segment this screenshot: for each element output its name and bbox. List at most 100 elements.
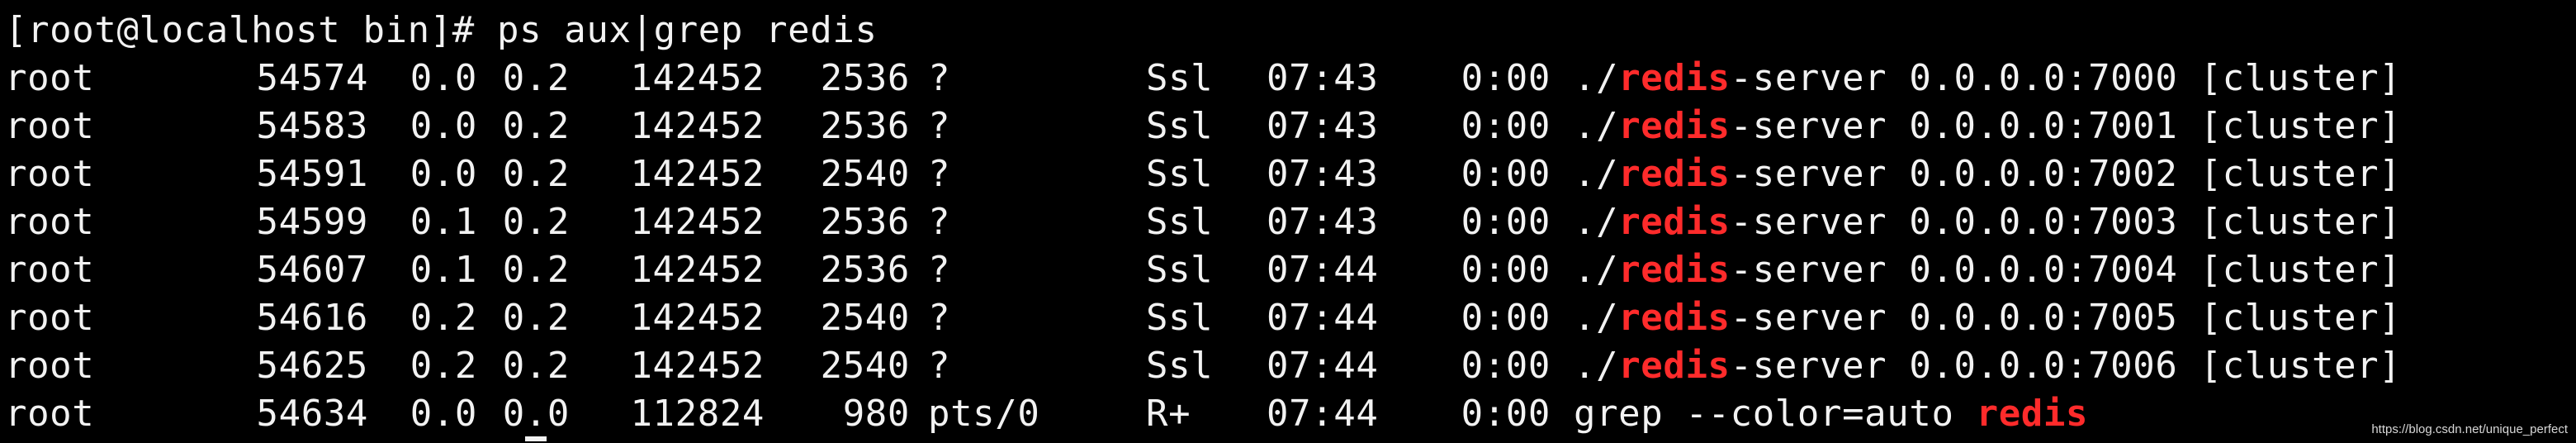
process-mem: 0.2: [502, 153, 570, 195]
process-pid: 54599: [256, 201, 368, 243]
process-vsz: 142452: [630, 345, 765, 387]
process-start: 07:43: [1267, 153, 1379, 195]
process-rss: 980: [842, 393, 910, 435]
process-command: grep --color=auto redis: [1574, 390, 2088, 438]
process-user: root: [5, 393, 95, 435]
grep-match-highlight: redis: [1976, 393, 2089, 435]
process-start: 07:43: [1267, 105, 1379, 147]
process-tty: pts/0: [928, 393, 1040, 435]
process-stat: Ssl: [1146, 201, 1214, 243]
process-row: root 54583 0.0 0.2 142452 2536? Ssl 07:43 0:00 ./…: [5, 102, 2564, 150]
process-start: 07:43: [1267, 57, 1379, 99]
process-command: ./redis-server 0.0.0.0:7006 [cluster]: [1574, 342, 2401, 390]
process-start: 07:43: [1267, 201, 1379, 243]
terminal-cursor: [525, 436, 547, 441]
process-tty: ?: [928, 57, 951, 99]
process-cpu: 0.0: [410, 57, 477, 99]
process-cpu: 0.0: [410, 393, 477, 435]
process-time: 0:00: [1461, 105, 1551, 147]
command-suffix: -server 0.0.0.0:7001 [cluster]: [1730, 105, 2402, 147]
command-prefix: ./: [1574, 201, 1619, 243]
process-pid: 54625: [256, 345, 368, 387]
process-user: root: [5, 105, 95, 147]
grep-match-highlight: redis: [1618, 297, 1731, 339]
process-mem: 0.2: [502, 201, 570, 243]
watermark: https://blog.csdn.net/unique_perfect: [2371, 422, 2568, 436]
process-user: root: [5, 57, 95, 99]
process-time: 0:00: [1461, 345, 1551, 387]
process-vsz: 142452: [630, 201, 765, 243]
process-vsz: 142452: [630, 57, 765, 99]
grep-match-highlight: redis: [1618, 153, 1731, 195]
process-row: root 54625 0.2 0.2 142452 2540? Ssl 07:44 0:00 ./…: [5, 342, 2564, 390]
process-user: root: [5, 249, 95, 291]
process-user: root: [5, 153, 95, 195]
process-start: 07:44: [1267, 345, 1379, 387]
process-row: root 54599 0.1 0.2 142452 2536? Ssl 07:43 0:00 ./…: [5, 198, 2564, 246]
process-vsz: 142452: [630, 249, 765, 291]
command-prefix: ./: [1574, 153, 1619, 195]
command-suffix: -server 0.0.0.0:7003 [cluster]: [1730, 201, 2402, 243]
process-cpu: 0.1: [410, 201, 477, 243]
command-suffix: -server 0.0.0.0:7004 [cluster]: [1730, 249, 2402, 291]
process-stat: Ssl: [1146, 57, 1214, 99]
process-rss: 2540: [820, 345, 910, 387]
process-row: root 54634 0.0 0.0 112824 980 pts/0 R+ 07:44 0:00…: [5, 390, 2564, 438]
command-suffix: -server 0.0.0.0:7000 [cluster]: [1730, 57, 2402, 99]
process-mem: 0.0: [502, 393, 570, 435]
process-pid: 54574: [256, 57, 368, 99]
process-row: root 54616 0.2 0.2 142452 2540? Ssl 07:44 0:00 ./…: [5, 294, 2564, 342]
process-tty: ?: [928, 297, 951, 339]
process-cpu: 0.2: [410, 345, 477, 387]
process-pid: 54634: [256, 393, 368, 435]
process-tty: ?: [928, 153, 951, 195]
process-command: ./redis-server 0.0.0.0:7001 [cluster]: [1574, 102, 2401, 150]
grep-match-highlight: redis: [1618, 105, 1731, 147]
process-command: ./redis-server 0.0.0.0:7000 [cluster]: [1574, 55, 2401, 102]
process-time: 0:00: [1461, 297, 1551, 339]
process-row: root 54574 0.0 0.2 142452 2536? Ssl 07:43 0:00 ./…: [5, 55, 2564, 102]
process-command: ./redis-server 0.0.0.0:7002 [cluster]: [1574, 150, 2401, 198]
grep-match-highlight: redis: [1618, 345, 1731, 387]
process-time: 0:00: [1461, 249, 1551, 291]
process-time: 0:00: [1461, 57, 1551, 99]
process-tty: ?: [928, 249, 951, 291]
process-pid: 54616: [256, 297, 368, 339]
process-time: 0:00: [1461, 393, 1551, 435]
command-prefix: ./: [1574, 249, 1619, 291]
process-user: root: [5, 297, 95, 339]
process-start: 07:44: [1267, 393, 1379, 435]
process-vsz: 142452: [630, 105, 765, 147]
process-mem: 0.2: [502, 57, 570, 99]
process-cpu: 0.2: [410, 297, 477, 339]
process-tty: ?: [928, 105, 951, 147]
command-prefix: grep --color=auto: [1574, 393, 1977, 435]
process-user: root: [5, 345, 95, 387]
process-mem: 0.2: [502, 105, 570, 147]
terminal-window[interactable]: [root@localhost bin]# ps aux|grep redis …: [0, 0, 2576, 443]
process-vsz: 112824: [630, 393, 765, 435]
process-rss: 2536: [820, 201, 910, 243]
process-stat: Ssl: [1146, 153, 1214, 195]
grep-match-highlight: redis: [1618, 201, 1731, 243]
process-vsz: 142452: [630, 153, 765, 195]
process-stat: Ssl: [1146, 345, 1214, 387]
process-command: ./redis-server 0.0.0.0:7004 [cluster]: [1574, 246, 2401, 294]
process-rss: 2540: [820, 297, 910, 339]
command-suffix: -server 0.0.0.0:7002 [cluster]: [1730, 153, 2402, 195]
process-vsz: 142452: [630, 297, 765, 339]
command-prefix: ./: [1574, 57, 1619, 99]
grep-match-highlight: redis: [1618, 249, 1731, 291]
prompt-line: [root@localhost bin]# ps aux|grep redis: [5, 7, 878, 55]
process-tty: ?: [928, 201, 951, 243]
command-prefix: ./: [1574, 105, 1619, 147]
process-rss: 2536: [820, 57, 910, 99]
process-stat: R+: [1146, 393, 1191, 435]
process-stat: Ssl: [1146, 105, 1214, 147]
command-text: ps aux|grep redis: [497, 9, 878, 51]
process-mem: 0.2: [502, 249, 570, 291]
process-row: root 54591 0.0 0.2 142452 2540? Ssl 07:43 0:00 ./…: [5, 150, 2564, 198]
shell-prompt: [root@localhost bin]#: [5, 9, 497, 51]
process-tty: ?: [928, 345, 951, 387]
process-command: ./redis-server 0.0.0.0:7003 [cluster]: [1574, 198, 2401, 246]
